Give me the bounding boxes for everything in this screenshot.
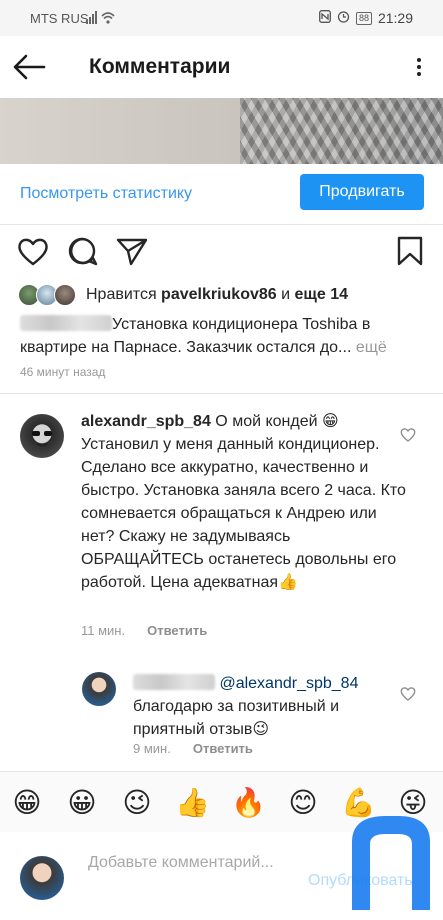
comment-text: О мой кондей 😁 Установил у меня данный к… [81,413,406,591]
back-button[interactable] [12,52,46,82]
comment-time: 11 мин. [81,623,126,638]
emoji-fire-button[interactable]: 🔥 [231,786,266,820]
likes-row[interactable]: Нравится pavelkriukov86 и еще 14 [18,284,348,306]
more-dots-icon [417,58,421,62]
like-heart-icon[interactable] [17,236,49,266]
reply-like-heart-icon[interactable] [400,686,416,701]
post-timestamp: 46 минут назад [20,365,106,379]
post-caption: Установка кондиционера Toshiba в квартир… [20,313,430,359]
emoji-wink-button[interactable]: 😉 [120,786,154,820]
divider [0,393,443,394]
nfc-icon [318,10,331,26]
emoji-grin-button[interactable]: 😁 [10,786,44,820]
reply-meta: 9 мин. Ответить [133,741,253,756]
avatar [54,284,76,306]
reply-avatar[interactable] [82,672,116,706]
reply-button[interactable]: Ответить [147,623,207,638]
back-arrow-icon [13,54,46,80]
likes-text: Нравится pavelkriukov86 и еще 14 [86,286,348,304]
likes-username[interactable]: pavelkriukov86 [161,286,277,303]
app-header: Комментарии [0,36,443,98]
watermark-logo-icon [346,812,436,912]
comment-body: alexandr_spb_84 О мой кондей 😁 Установил… [81,410,411,594]
blurred-username[interactable] [133,674,215,690]
bookmark-icon[interactable] [396,236,428,266]
blurred-username[interactable] [20,315,112,331]
comment-username[interactable]: alexandr_spb_84 [81,413,211,430]
carrier-label: MTS RUS [30,11,89,26]
caption-more-link[interactable]: ещё [351,339,387,356]
comment-like-heart-icon[interactable] [400,427,416,442]
page-title: Комментарии [89,55,231,78]
comment-meta: 11 мин. Ответить [81,623,207,638]
battery-icon: 88 [355,11,372,25]
comment-bubble-icon[interactable] [67,236,99,266]
view-statistics-link[interactable]: Посмотреть статистику [20,185,192,203]
reply-text: благодарю за позитивный и приятный отзыв… [133,698,340,738]
comment-avatar[interactable] [20,414,64,458]
reply-time: 9 мин. [133,741,171,756]
current-user-avatar [20,856,64,900]
reply-body: @alexandr_spb_84 благодарю за позитивный… [133,672,393,741]
comment-input[interactable]: Добавьте комментарий... [88,852,298,874]
likes-more-count[interactable]: еще 14 [295,286,349,303]
promote-button[interactable]: Продвигать [300,174,424,210]
more-options-button[interactable] [415,56,423,78]
emoji-blush-button[interactable]: 😊 [286,786,320,820]
reply-button[interactable]: Ответить [193,741,253,756]
status-bar: MTS RUS 88 21:29 [0,0,443,36]
post-image[interactable] [0,98,443,164]
likes-conjunction: и [276,286,295,303]
status-icons: 88 21:29 [318,10,413,26]
share-send-icon[interactable] [116,236,148,266]
alarm-icon [337,10,350,26]
signal-wifi-icon [86,10,116,27]
clock: 21:29 [377,10,413,26]
reply-mention[interactable]: @alexandr_spb_84 [219,675,358,692]
likes-prefix: Нравится [86,286,162,303]
emoji-thumbs-up-button[interactable]: 👍 [175,786,210,820]
divider [0,224,443,225]
emoji-smile-button[interactable]: 😀 [65,786,99,820]
liker-avatars [18,284,80,306]
